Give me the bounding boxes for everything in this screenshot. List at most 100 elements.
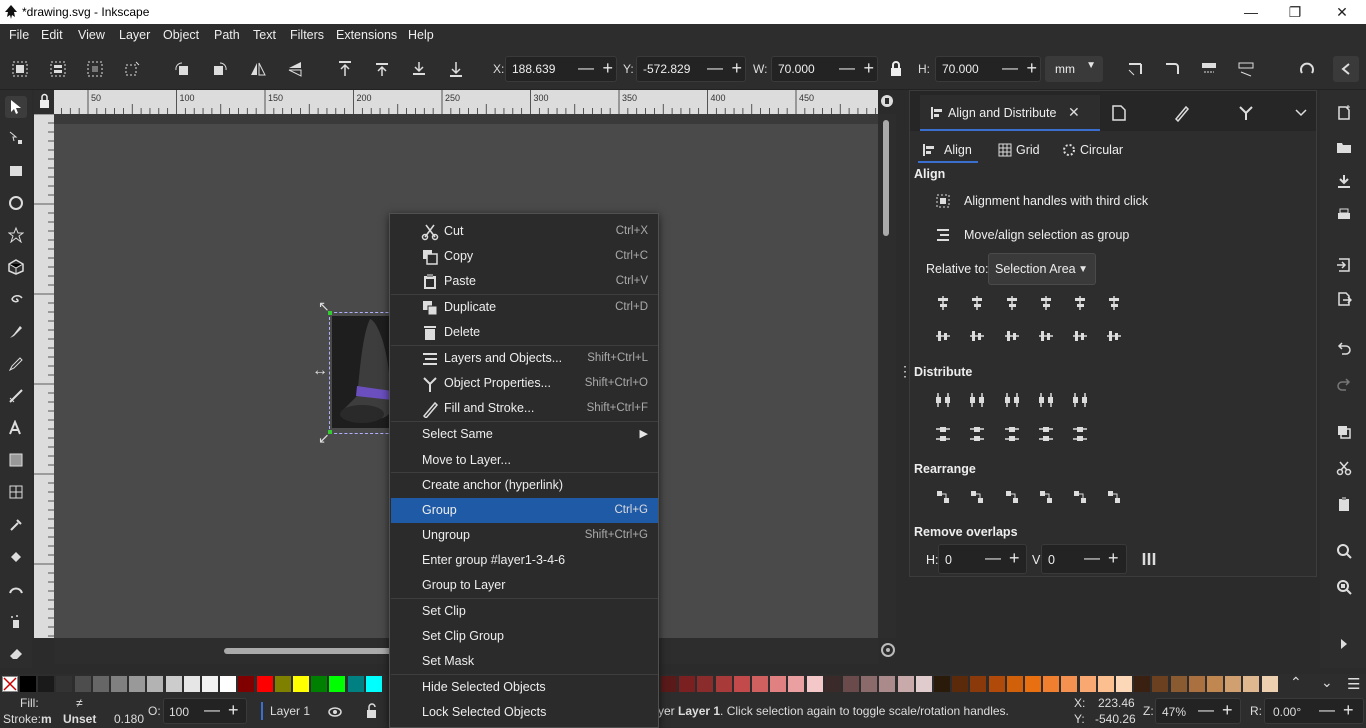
color-swatch[interactable] xyxy=(1043,676,1060,692)
more-commands-icon[interactable] xyxy=(1333,633,1355,655)
overlap-v-field[interactable]: 0 — + xyxy=(1041,544,1127,574)
menu-item-delete[interactable]: Delete xyxy=(391,320,658,345)
zoom-selection-icon[interactable] xyxy=(1333,540,1355,562)
width-field[interactable]: 70.000— + xyxy=(771,56,878,82)
deselect-icon[interactable] xyxy=(84,58,106,80)
opacity-increment[interactable]: + xyxy=(228,700,239,721)
flip-horizontal-icon[interactable] xyxy=(247,58,269,80)
color-swatch[interactable] xyxy=(1207,676,1223,692)
menu-item-create-anchor-hyperlink[interactable]: Create anchor (hyperlink) xyxy=(391,473,658,498)
mesh-tool-icon[interactable] xyxy=(5,481,27,503)
color-swatch[interactable] xyxy=(347,676,364,692)
menu-item-move-to-layer[interactable]: Move to Layer... xyxy=(391,448,658,473)
color-swatch[interactable] xyxy=(915,676,932,692)
color-swatch[interactable] xyxy=(38,676,55,692)
select-all-layers-icon[interactable] xyxy=(47,58,69,80)
y-increment[interactable]: + xyxy=(731,58,742,79)
transform-gradients-icon[interactable] xyxy=(1198,58,1220,80)
color-swatch[interactable] xyxy=(788,676,805,692)
lock-ratio-icon[interactable] xyxy=(885,58,907,80)
relative-to-select[interactable]: Selection Area ▼ xyxy=(988,253,1096,285)
eraser-tool-icon[interactable] xyxy=(5,642,27,664)
distribute-top-edges-icon[interactable] xyxy=(934,425,952,443)
rotate-decrement[interactable]: — xyxy=(1319,702,1335,720)
dock-menu-chevron-icon[interactable] xyxy=(1292,104,1310,122)
snap-popover-button[interactable] xyxy=(1333,56,1359,82)
graph-layout-icon[interactable] xyxy=(934,488,952,506)
color-swatch[interactable] xyxy=(1079,676,1096,692)
fill-indicator[interactable]: ≠ xyxy=(76,696,83,710)
y-field[interactable]: -572.829— + xyxy=(636,56,746,82)
align-right-edges-icon[interactable] xyxy=(1037,294,1055,312)
align-text-baselines-icon[interactable] xyxy=(1105,327,1123,345)
color-swatch[interactable] xyxy=(202,676,218,692)
color-swatch[interactable] xyxy=(56,676,73,692)
distribute-baselines-h-icon[interactable] xyxy=(1071,391,1089,409)
menu-item-set-clip-group[interactable]: Set Clip Group xyxy=(391,624,658,649)
x-increment[interactable]: + xyxy=(602,58,613,79)
selector-tool-icon[interactable] xyxy=(5,96,27,118)
color-swatch[interactable] xyxy=(879,676,896,692)
color-swatch[interactable] xyxy=(1170,676,1187,692)
color-swatch[interactable] xyxy=(92,676,109,692)
minimize-button[interactable]: — xyxy=(1236,2,1266,22)
move-as-group-icon[interactable] xyxy=(934,226,952,244)
color-swatch[interactable] xyxy=(1025,676,1041,692)
color-swatch[interactable] xyxy=(365,676,382,692)
menu-item-paste[interactable]: Paste Ctrl+V xyxy=(391,269,658,294)
layer-visibility-icon[interactable] xyxy=(327,703,343,719)
menu-item-duplicate[interactable]: Duplicate Ctrl+D xyxy=(391,295,658,320)
calligraphy-tool-icon[interactable] xyxy=(5,385,27,407)
zoom-out-button[interactable]: — xyxy=(1198,702,1214,720)
color-swatch[interactable] xyxy=(1188,676,1205,692)
stroke-width-value[interactable]: 0.180 xyxy=(114,712,144,726)
color-swatch[interactable] xyxy=(934,676,950,692)
align-right-of-anchor-icon[interactable] xyxy=(934,294,952,312)
color-swatch[interactable] xyxy=(1225,676,1242,692)
menu-item-lock-selected-objects[interactable]: Lock Selected Objects xyxy=(391,700,658,725)
exchange-positions-icon[interactable] xyxy=(968,488,986,506)
color-swatch[interactable] xyxy=(1006,676,1023,692)
hat-image[interactable] xyxy=(332,316,392,428)
document-properties-tab-icon[interactable] xyxy=(1110,104,1128,122)
paste-icon[interactable] xyxy=(1333,493,1355,515)
menu-item-copy[interactable]: Copy Ctrl+C xyxy=(391,244,658,269)
node-tool-icon[interactable] xyxy=(5,127,27,149)
align-left-edges-icon[interactable] xyxy=(968,294,986,312)
exchange-clockwise-icon[interactable] xyxy=(1037,488,1055,506)
color-swatch[interactable] xyxy=(311,676,328,692)
vertical-scrollbar[interactable] xyxy=(878,95,896,638)
stroke-mixed-indicator[interactable]: m xyxy=(41,712,52,726)
export-icon[interactable] xyxy=(1333,288,1355,310)
remove-overlaps-icon[interactable] xyxy=(1140,550,1158,568)
text-tool-icon[interactable] xyxy=(5,417,27,439)
opacity-field[interactable]: 100 — + xyxy=(163,698,247,724)
color-swatch[interactable] xyxy=(952,676,969,692)
color-swatch[interactable] xyxy=(1152,676,1169,692)
color-swatch[interactable] xyxy=(274,676,291,692)
pen-tool-icon[interactable] xyxy=(5,321,27,343)
height-field[interactable]: 70.000— + xyxy=(935,56,1041,82)
vertical-scroll-thumb[interactable] xyxy=(883,120,889,236)
dropper-tool-icon[interactable] xyxy=(5,514,27,536)
color-swatch[interactable] xyxy=(165,676,182,692)
color-swatch[interactable] xyxy=(1116,676,1132,692)
touch-select-icon[interactable] xyxy=(121,58,143,80)
color-swatch[interactable] xyxy=(74,676,91,692)
align-bottom-edges-icon[interactable] xyxy=(1037,327,1055,345)
color-swatch[interactable] xyxy=(752,676,768,692)
tweak-tool-icon[interactable] xyxy=(5,578,27,600)
color-swatch[interactable] xyxy=(1134,676,1151,692)
open-document-icon[interactable] xyxy=(1333,136,1355,158)
exchange-z-order-icon[interactable] xyxy=(1003,488,1021,506)
color-swatch[interactable] xyxy=(129,676,146,692)
subtab-circular[interactable]: Circular xyxy=(1058,137,1138,163)
overlap-h-field[interactable]: 0 — + xyxy=(938,544,1027,574)
color-swatch[interactable] xyxy=(679,676,696,692)
horizontal-scroll-thumb[interactable] xyxy=(224,648,394,654)
stroke-unset-value[interactable]: Unset xyxy=(63,712,96,726)
menu-item-hide-selected-objects[interactable]: Hide Selected Objects xyxy=(391,675,658,700)
menu-edit[interactable]: Edit xyxy=(41,28,63,42)
close-tab-icon[interactable]: ✕ xyxy=(1068,104,1080,121)
distribute-centers-h-icon[interactable] xyxy=(968,391,986,409)
